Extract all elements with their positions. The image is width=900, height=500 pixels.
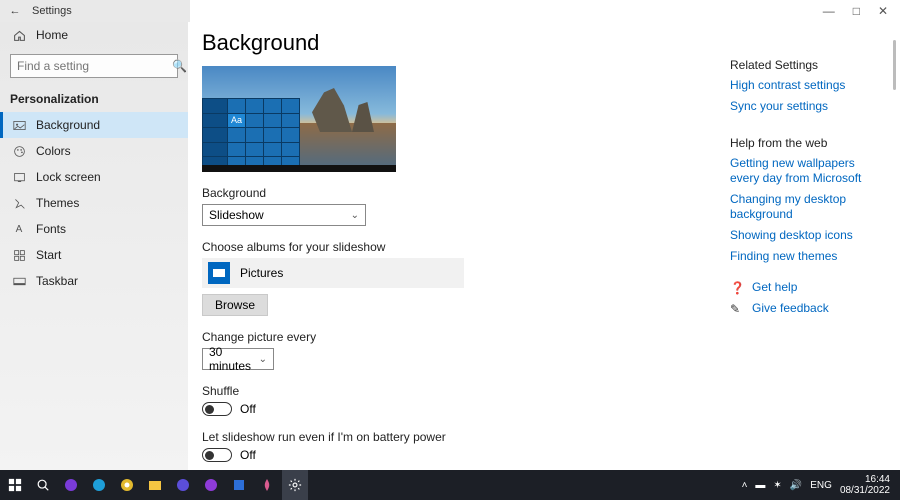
desktop-preview: Aa: [202, 66, 396, 172]
preview-start-panel: Aa: [202, 98, 300, 172]
maximize-icon[interactable]: □: [853, 4, 860, 18]
album-row[interactable]: Pictures: [202, 258, 464, 288]
link-help-themes[interactable]: Finding new themes: [730, 249, 884, 264]
help-icon: ❓: [730, 281, 744, 295]
shuffle-state: Off: [240, 402, 256, 416]
fonts-icon: A: [12, 222, 26, 236]
background-label: Background: [202, 186, 716, 200]
search-input-wrap[interactable]: 🔍: [10, 54, 178, 78]
sidebar-home[interactable]: Home: [0, 22, 188, 48]
sidebar: Home 🔍 Personalization Background Colors…: [0, 22, 188, 470]
tray-chevron-icon[interactable]: ˄: [742, 480, 748, 491]
sidebar-item-colors[interactable]: Colors: [0, 138, 188, 164]
back-icon[interactable]: ←: [6, 5, 24, 17]
tray-wifi-icon[interactable]: ✶: [773, 480, 781, 491]
sidebar-item-fonts[interactable]: A Fonts: [0, 216, 188, 242]
sidebar-item-themes[interactable]: Themes: [0, 190, 188, 216]
tray-clock[interactable]: 16:44 08/31/2022: [840, 474, 890, 496]
feedback-icon: ✎: [730, 302, 744, 316]
sidebar-home-label: Home: [36, 28, 68, 42]
shuffle-label: Shuffle: [202, 384, 716, 398]
sidebar-item-start[interactable]: Start: [0, 242, 188, 268]
interval-select-value: 30 minutes: [209, 345, 259, 373]
related-heading: Related Settings: [730, 58, 884, 72]
sidebar-item-label: Colors: [36, 144, 71, 158]
chevron-down-icon: ⌄: [351, 210, 359, 221]
interval-select[interactable]: 30 minutes ⌄: [202, 348, 274, 370]
give-feedback[interactable]: ✎ Give feedback: [730, 301, 884, 316]
sidebar-item-label: Start: [36, 248, 61, 262]
folder-icon: [208, 262, 230, 284]
browse-button-label: Browse: [215, 298, 255, 312]
search-input[interactable]: [17, 59, 172, 73]
get-help-label: Get help: [752, 280, 797, 295]
tb-edge-icon[interactable]: [86, 470, 112, 500]
link-help-background[interactable]: Changing my desktop background: [730, 192, 884, 222]
help-heading: Help from the web: [730, 136, 884, 150]
background-select[interactable]: Slideshow ⌄: [202, 204, 366, 226]
sidebar-item-taskbar[interactable]: Taskbar: [0, 268, 188, 294]
link-sync-settings[interactable]: Sync your settings: [730, 99, 884, 114]
sidebar-item-label: Fonts: [36, 222, 66, 236]
close-icon[interactable]: ✕: [878, 4, 888, 18]
get-help[interactable]: ❓ Get help: [730, 280, 884, 295]
palette-icon: [12, 144, 26, 158]
sidebar-heading: Personalization: [0, 84, 188, 112]
battery-toggle[interactable]: [202, 448, 232, 462]
preview-tile-sample: Aa: [228, 114, 245, 128]
tb-chrome-icon[interactable]: [114, 470, 140, 500]
tray-date: 08/31/2022: [840, 485, 890, 496]
themes-icon: [12, 196, 26, 210]
minimize-icon[interactable]: —: [823, 4, 835, 18]
tb-app4-icon[interactable]: [226, 470, 252, 500]
start-button[interactable]: [2, 470, 28, 500]
sidebar-item-label: Background: [36, 118, 100, 132]
battery-state: Off: [240, 448, 256, 462]
sidebar-item-label: Themes: [36, 196, 79, 210]
albums-label: Choose albums for your slideshow: [202, 240, 716, 254]
picture-icon: [12, 118, 26, 132]
tb-app1-icon[interactable]: [58, 470, 84, 500]
tb-settings-icon[interactable]: [282, 470, 308, 500]
tray-battery-icon[interactable]: ▬: [755, 480, 765, 491]
chevron-down-icon: ⌄: [259, 354, 267, 365]
tb-app3-icon[interactable]: [198, 470, 224, 500]
interval-label: Change picture every: [202, 330, 716, 344]
os-taskbar: ˄ ▬ ✶ 🔊 ENG 16:44 08/31/2022: [0, 470, 900, 500]
home-icon: [12, 28, 26, 42]
start-icon: [12, 248, 26, 262]
scrollbar[interactable]: [893, 40, 896, 90]
search-icon: 🔍: [172, 59, 187, 73]
tb-explorer-icon[interactable]: [142, 470, 168, 500]
link-high-contrast[interactable]: High contrast settings: [730, 78, 884, 93]
link-help-desktop-icons[interactable]: Showing desktop icons: [730, 228, 884, 243]
tb-app2-icon[interactable]: [170, 470, 196, 500]
window-controls: — □ ✕: [823, 4, 894, 18]
page-title: Background: [202, 30, 716, 56]
browse-button[interactable]: Browse: [202, 294, 268, 316]
give-feedback-label: Give feedback: [752, 301, 829, 316]
right-panel: Related Settings High contrast settings …: [730, 40, 900, 470]
sidebar-item-label: Taskbar: [36, 274, 78, 288]
link-help-wallpapers[interactable]: Getting new wallpapers every day from Mi…: [730, 156, 884, 186]
lockscreen-icon: [12, 170, 26, 184]
tray-time: 16:44: [840, 474, 890, 485]
background-select-value: Slideshow: [209, 208, 264, 222]
sidebar-item-lockscreen[interactable]: Lock screen: [0, 164, 188, 190]
taskbar-icon: [12, 274, 26, 288]
sidebar-item-background[interactable]: Background: [0, 112, 188, 138]
sidebar-item-label: Lock screen: [36, 170, 101, 184]
main-content: Background Aa Background Slideshow ⌄ Cho…: [188, 22, 730, 470]
tray-volume-icon[interactable]: 🔊: [790, 480, 802, 491]
app-title: Settings: [32, 5, 72, 17]
album-value: Pictures: [240, 266, 283, 280]
tb-search-icon[interactable]: [30, 470, 56, 500]
battery-label: Let slideshow run even if I'm on battery…: [202, 430, 716, 444]
tray-lang[interactable]: ENG: [810, 480, 832, 491]
shuffle-toggle[interactable]: [202, 402, 232, 416]
tb-app5-icon[interactable]: [254, 470, 280, 500]
titlebar: ← Settings — □ ✕: [0, 0, 900, 22]
